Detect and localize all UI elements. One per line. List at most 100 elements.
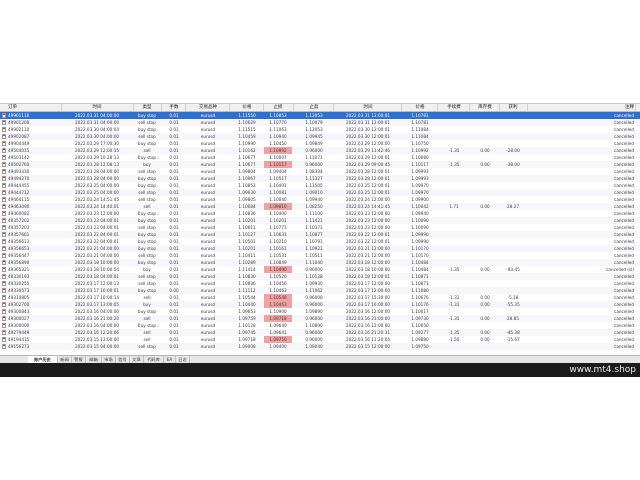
table-row[interactable]: 49357202 2022.03.23 04:00:01 buy stop 0.01 e… (0, 217, 640, 224)
cell-symbol: eurusd (200, 344, 216, 349)
column-header[interactable]: 价格 (404, 104, 436, 111)
orders-table: 49901110 2022.03.31 04:00:00 buy stop 0.01 e… (0, 112, 640, 355)
cell-price: 1.09759 (238, 316, 256, 321)
cell-comment: cancelled (614, 260, 634, 265)
cell-symbol: eurusd (200, 267, 216, 272)
table-row[interactable]: 49356613 2022.03.22 04:00:01 buy stop 0.01 e… (0, 238, 640, 245)
cell-close-time: 2022.03.21 12:00:00 (345, 253, 391, 258)
cell-ticket: 49330193 (8, 274, 30, 279)
cell-tp: 0.96000 (305, 295, 323, 300)
table-row[interactable]: 49902087 2022.03.30 04:00:00 sell stop 0.01… (0, 133, 640, 140)
column-header[interactable]: 时间 (62, 104, 132, 111)
table-row[interactable]: 49279449 2022.03.16 12:20:06 sell 0.01 eurus… (0, 329, 640, 336)
table-row[interactable]: 49460082 2022.03.23 12:00:00 buy stop 0.01 e… (0, 210, 640, 217)
table-row[interactable]: 49901208 2022.03.31 04:00:00 sell stop 0.01… (0, 119, 640, 126)
column-header[interactable]: 类型 (134, 104, 160, 111)
cell-comment: cancelled (614, 253, 634, 258)
cell-open-time: 2022.03.31 04:00:00 (74, 120, 120, 125)
table-row[interactable]: 49300000 2022.03.16 04:00:00 buy stop 0.01 e… (0, 322, 640, 329)
cell-comment: cancelled (614, 148, 634, 153)
column-separator[interactable] (229, 104, 230, 111)
column-separator[interactable] (185, 104, 186, 111)
column-header[interactable]: 交易品种 (188, 104, 228, 111)
table-row[interactable]: 49901110 2022.03.31 04:00:00 buy stop 0.01 e… (0, 112, 640, 119)
cell-symbol: eurusd (200, 218, 216, 223)
cell-price: 1.10289 (238, 260, 256, 265)
cell-symbol: eurusd (200, 232, 216, 237)
cell-price: 1.09630 (238, 190, 256, 195)
table-row[interactable]: 49156273 2022.03.15 04:00:00 sell stop 0.01… (0, 343, 640, 350)
cell-swap (472, 245, 498, 252)
table-row[interactable]: 49356890 2022.03.18 10:00:00 buy stop 0.01 e… (0, 259, 640, 266)
cell-close-time: 2022.03.30 12:00:01 (345, 134, 391, 139)
column-separator[interactable] (401, 104, 402, 111)
cell-close-price: 1.09970 (411, 183, 429, 188)
table-row[interactable]: 49330255 2022.03.17 12:00:13 sell stop 0.01… (0, 280, 640, 287)
column-separator[interactable] (469, 104, 470, 111)
table-row[interactable]: 49494270 2022.03.28 04:00:00 buy stop 0.01 e… (0, 175, 640, 182)
cell-ticket: 49302700 (8, 302, 30, 307)
column-header[interactable]: 时间 (336, 104, 400, 111)
table-row[interactable]: 49464115 2022.03.24 14:51:45 sell stop 0.01… (0, 196, 640, 203)
column-header[interactable]: 订单 (8, 104, 60, 111)
table-row[interactable]: 49503142 2022.03.29 10:28:13 buy stop 0.01 e… (0, 154, 640, 161)
table-row[interactable]: 49504015 2022.03.29 12:00:15 sell 0.01 eurus… (0, 147, 640, 154)
cell-profit: -93.45 (506, 267, 520, 272)
cell-ticket: 49356890 (8, 260, 30, 265)
cell-profit: 28.27 (507, 204, 519, 209)
cell-sl: 1.10463 (269, 288, 287, 293)
cell-symbol: eurusd (200, 295, 216, 300)
cell-type: buy stop (137, 288, 157, 293)
column-separator[interactable] (527, 104, 528, 111)
column-header[interactable]: 库存费 (472, 104, 498, 111)
table-row[interactable]: 49356653 2022.03.21 04:00:00 buy stop 0.01 e… (0, 245, 640, 252)
column-separator[interactable] (161, 104, 162, 111)
table-row[interactable]: 49444455 2022.03.25 04:00:00 buy stop 0.01 e… (0, 182, 640, 189)
cell-close-price: 1.10170 (411, 246, 429, 251)
order-document-icon (2, 169, 6, 174)
table-row[interactable]: 49365321 2022.03.18 10:00:54 buy 0.01 eurusd… (0, 266, 640, 273)
cell-close-time: 2022.03.16 21:20:31 (345, 330, 391, 335)
table-row[interactable]: 49330573 2022.03.17 10:00:01 buy stop 0.00 e… (0, 287, 640, 294)
cell-lots: 0.01 (169, 155, 179, 160)
table-row[interactable]: 49493330 2022.03.28 04:00:00 sell stop 0.01… (0, 168, 640, 175)
cell-sl: 1.10400 (269, 211, 287, 216)
table-row[interactable]: 49463090 2022.03.24 14:40:01 sell 0.01 eurus… (0, 203, 640, 210)
column-header[interactable]: 获利 (500, 104, 526, 111)
column-header[interactable]: 手续费 (440, 104, 468, 111)
column-header[interactable]: 手数 (164, 104, 184, 111)
column-separator[interactable] (437, 104, 438, 111)
cell-symbol: eurusd (200, 246, 216, 251)
table-row[interactable]: 49356447 2022.03.21 04:00:00 sell stop 0.01… (0, 252, 640, 259)
cell-price: 1.10836 (238, 211, 256, 216)
cell-price: 1.10459 (238, 134, 256, 139)
table-row[interactable]: 49904449 2022.03.29 17:00:30 buy stop 0.01 e… (0, 140, 640, 147)
column-header[interactable]: 止损 (264, 104, 292, 111)
cell-swap: 0.00 (480, 162, 490, 167)
cell-ticket: 49901110 (8, 113, 30, 118)
table-row[interactable]: 49300027 2022.03.16 21:00:20 sell 0.01 eurus… (0, 315, 640, 322)
table-row[interactable]: 49902110 2022.03.30 04:00:04 buy stop 0.01 e… (0, 126, 640, 133)
cell-comment: cancelled (614, 316, 634, 321)
column-header[interactable]: 止盈 (296, 104, 332, 111)
cell-lots: 0.01 (169, 337, 179, 342)
column-separator[interactable] (293, 104, 294, 111)
cell-sl: 1.10771 (269, 225, 287, 230)
table-row[interactable]: 49444712 2022.03.25 04:00:00 sell stop 0.01… (0, 189, 640, 196)
table-row[interactable]: 49502760 2022.03.28 12:08:13 buy 0.01 eurusd… (0, 161, 640, 168)
cell-close-time: 2022.03.23 12:00:00 (345, 225, 391, 230)
table-row[interactable]: 49310805 2022.03.17 10:00:14 sell 0.01 eurus… (0, 294, 640, 301)
table-row[interactable]: 49194415 2022.03.15 13:00:00 sell 0.01 eurus… (0, 336, 640, 343)
column-header[interactable]: 价格 (232, 104, 262, 111)
cell-comment: cancelled (614, 190, 634, 195)
table-row[interactable]: 49357661 2022.03.22 04:00:01 buy stop 0.01 e… (0, 231, 640, 238)
table-row[interactable]: 49330193 2022.03.18 04:00:01 sell stop 0.01… (0, 273, 640, 280)
table-row[interactable]: 49302700 2022.03.17 13:00:05 buy 0.01 eurusd… (0, 301, 640, 308)
column-separator[interactable] (635, 104, 636, 111)
cell-lots: 0.01 (169, 253, 179, 258)
table-row[interactable]: 49300843 2022.03.16 04:00:00 buy stop 0.01 e… (0, 308, 640, 315)
column-header[interactable]: 注释 (560, 104, 634, 111)
table-row[interactable]: 49357203 2022.03.23 04:00:01 sell stop 0.01… (0, 224, 640, 231)
cell-symbol: eurusd (200, 176, 216, 181)
column-separator[interactable] (333, 104, 334, 111)
